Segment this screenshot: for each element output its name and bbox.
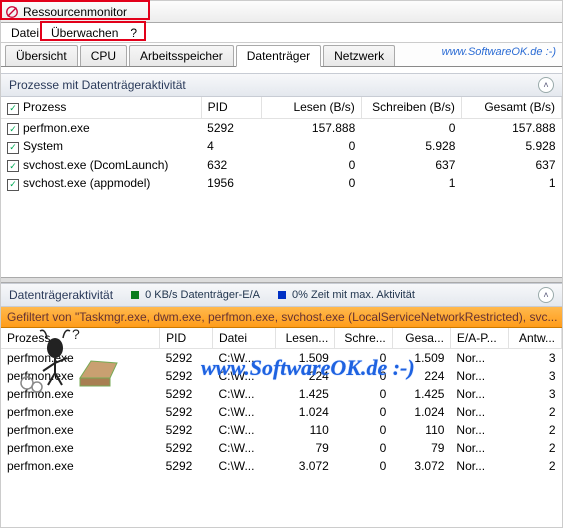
col-read[interactable]: Lesen... (276, 328, 335, 349)
tabstrip: Übersicht CPU Arbeitsspeicher Datenträge… (1, 43, 562, 67)
titlebar: Ressourcenmonitor (1, 1, 562, 23)
table-row[interactable]: perfmon.exe5292C:\W...2240224Nor...3 (1, 367, 562, 385)
panel2-title: Datenträgeraktivität (9, 288, 113, 302)
col-write[interactable]: Schreiben (B/s) (361, 97, 461, 118)
chevron-up-icon[interactable]: ˄ (538, 287, 554, 303)
col-total[interactable]: Gesa... (392, 328, 450, 349)
table-row[interactable]: ✓svchost.exe (DcomLaunch)6320637637 (1, 156, 562, 175)
col-priority[interactable]: E/A-P... (450, 328, 508, 349)
panel1-title: Prozesse mit Datenträgeraktivität (9, 78, 186, 92)
table-row[interactable]: perfmon.exe5292C:\W...1.50901.509Nor...3 (1, 349, 562, 368)
col-total[interactable]: Gesamt (B/s) (461, 97, 561, 118)
filter-bar[interactable]: Gefiltert von "Taskmgr.exe, dwm.exe, per… (1, 307, 562, 328)
table-row[interactable]: ✓System405.9285.928 (1, 137, 562, 156)
blue-square-icon (278, 291, 286, 299)
activity-table: Prozess PID Datei Lesen... Schre... Gesa… (1, 328, 562, 478)
checkbox-icon[interactable]: ✓ (7, 179, 19, 191)
menu-help[interactable]: ? (124, 24, 143, 42)
col-pid[interactable]: PID (201, 97, 261, 118)
col-read[interactable]: Lesen (B/s) (261, 97, 361, 118)
checkbox-icon[interactable]: ✓ (7, 160, 19, 172)
table-row[interactable]: ✓svchost.exe (appmodel)1956011 (1, 174, 562, 193)
table-row[interactable]: perfmon.exe5292C:\W...3.07203.072Nor...2 (1, 457, 562, 475)
col-process[interactable]: ✓Prozess (1, 97, 201, 118)
stat-io: 0 KB/s Datenträger-E/A (131, 289, 260, 301)
table-row[interactable]: perfmon.exe5292C:\W...79079Nor...2 (1, 439, 562, 457)
process-table: ✓Prozess PID Lesen (B/s) Schreiben (B/s)… (1, 97, 562, 193)
table-row[interactable]: perfmon.exe5292C:\W...1.42501.425Nor...3 (1, 385, 562, 403)
green-square-icon (131, 291, 139, 299)
tab-disk[interactable]: Datenträger (236, 45, 321, 67)
table-row[interactable]: perfmon.exe5292C:\W...1.02401.024Nor...2 (1, 403, 562, 421)
window-title: Ressourcenmonitor (23, 5, 127, 19)
table-row[interactable]: ✓perfmon.exe5292157.8880157.888 (1, 118, 562, 137)
tab-cpu[interactable]: CPU (80, 45, 127, 66)
menu-monitor[interactable]: Überwachen (45, 24, 124, 42)
menubar: Datei Überwachen ? (1, 23, 562, 43)
panel2-body: Prozess PID Datei Lesen... Schre... Gesa… (1, 328, 562, 478)
table-row[interactable]: perfmon.exe5292C:\W...8960896Nor...2 (1, 475, 562, 478)
panel1-header[interactable]: Prozesse mit Datenträgeraktivität ˄ (1, 73, 562, 97)
menu-file[interactable]: Datei (5, 24, 45, 42)
tab-memory[interactable]: Arbeitsspeicher (129, 45, 234, 66)
col-pid[interactable]: PID (160, 328, 213, 349)
col-process[interactable]: Prozess (1, 328, 160, 349)
table-row[interactable]: perfmon.exe5292C:\W...1100110Nor...2 (1, 421, 562, 439)
checkbox-icon[interactable]: ✓ (7, 103, 19, 115)
col-response[interactable]: Antw... (509, 328, 562, 349)
tab-network[interactable]: Netzwerk (323, 45, 395, 66)
watermark-small: www.SoftwareOK.de :-) (442, 46, 556, 58)
panel2-header[interactable]: Datenträgeraktivität 0 KB/s Datenträger-… (1, 283, 562, 307)
tab-overview[interactable]: Übersicht (5, 45, 78, 66)
app-icon (5, 5, 19, 19)
chevron-up-icon[interactable]: ˄ (538, 77, 554, 93)
panel1-body: ✓Prozess PID Lesen (B/s) Schreiben (B/s)… (1, 97, 562, 277)
col-write[interactable]: Schre... (335, 328, 392, 349)
checkbox-icon[interactable]: ✓ (7, 123, 19, 135)
col-file[interactable]: Datei (212, 328, 275, 349)
stat-activity: 0% Zeit mit max. Aktivität (278, 289, 415, 301)
checkbox-icon[interactable]: ✓ (7, 142, 19, 154)
